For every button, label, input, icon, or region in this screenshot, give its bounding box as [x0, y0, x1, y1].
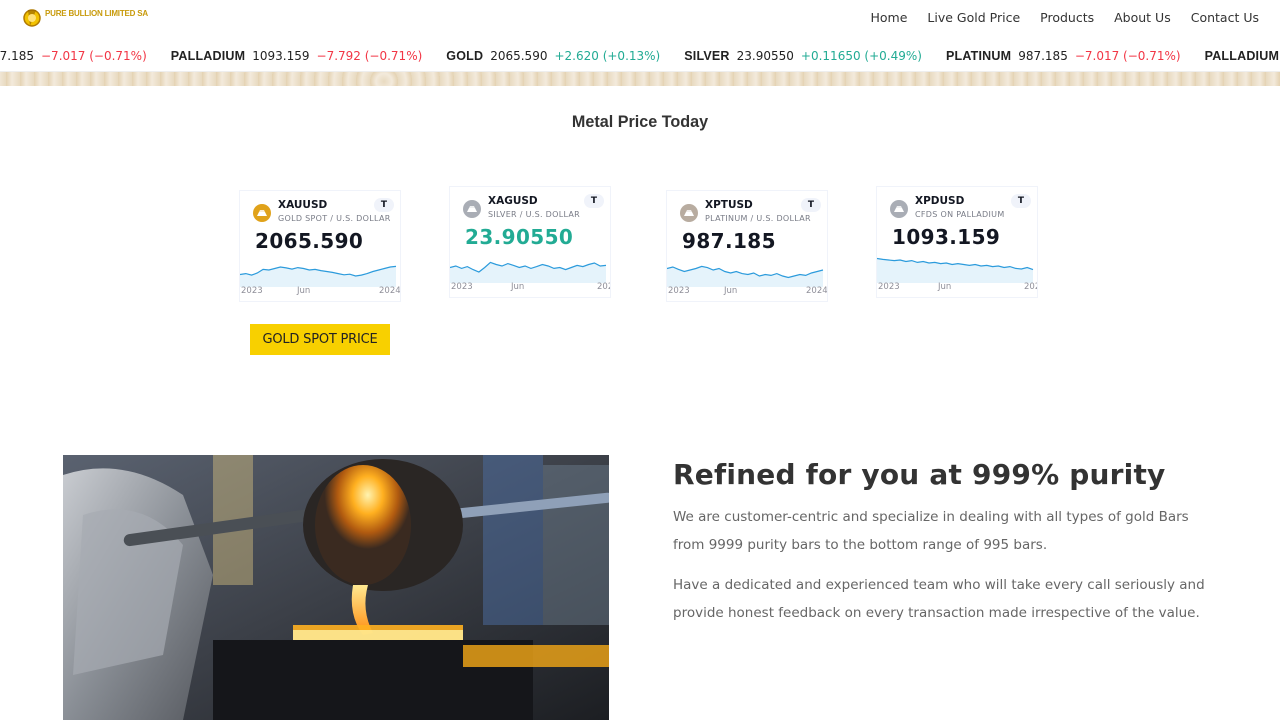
nav-live-gold-price[interactable]: Live Gold Price [927, 10, 1020, 25]
silver-coin-icon [463, 200, 481, 218]
axis-label-start: 2023 [241, 286, 263, 296]
widget-symbol: XPDUSD [915, 195, 965, 207]
ticker-price: 87.185 [0, 49, 34, 63]
ticker-symbol: GOLD [446, 49, 484, 63]
sparkline-area [450, 262, 606, 283]
ticker-item[interactable]: GOLD 2065.590 +2.620 (+0.13%) [446, 49, 660, 63]
ticker-price: 987.185 [1018, 49, 1068, 63]
widget-symbol: XAUUSD [278, 199, 328, 211]
ticker-symbol: PALLADIUM [170, 49, 246, 63]
ticker-item[interactable]: PALLADIUM1093.159−7.792 (−0.71%) [1205, 49, 1280, 63]
gold-pouring-image [63, 455, 609, 720]
widget-xauusd[interactable]: XAUUSD GOLD SPOT / U.S. DOLLAR T 2065.59… [239, 190, 401, 302]
palladium-coin-icon [890, 200, 908, 218]
about-paragraph-2: Have a dedicated and experienced team wh… [673, 577, 1205, 621]
site-logo[interactable]: PURE BULLION LIMITED SA [22, 6, 148, 28]
ticker-bar: 87.185 −7.017 (−0.71%) PALLADIUM 1093.159 −7… [0, 40, 1280, 72]
axis-label-mid: Jun [511, 282, 525, 292]
gold-spot-price-button[interactable]: GOLD SPOT PRICE [250, 324, 390, 355]
about-paragraph-1: We are customer-centric and specialize i… [673, 509, 1189, 553]
widget-xagusd[interactable]: XAGUSD SILVER / U.S. DOLLAR T 23.90550 2… [449, 186, 611, 298]
about-title: Refined for you at 999% purity [673, 458, 1166, 491]
widget-sparkline [667, 265, 824, 287]
widget-symbol: XPTUSD [705, 199, 753, 211]
logo-text: PURE BULLION LIMITED SA [45, 8, 148, 18]
nav-about-us[interactable]: About Us [1114, 10, 1171, 25]
widget-sparkline [240, 265, 397, 287]
widget-description: CFDS ON PALLADIUM [915, 210, 1005, 219]
ticker-price: 23.90550 [736, 49, 794, 63]
widget-price: 987.185 [682, 229, 776, 253]
gold-coin-icon [253, 204, 271, 222]
nav-home[interactable]: Home [871, 10, 908, 25]
widget-price: 23.90550 [465, 225, 574, 249]
nav-products[interactable]: Products [1040, 10, 1094, 25]
ticker-change: −7.792 (−0.71%) [316, 49, 423, 63]
tradingview-logo-icon[interactable]: T [374, 198, 394, 212]
ticker-change: −7.017 (−0.71%) [41, 49, 147, 63]
bar-stack-icon [684, 210, 694, 216]
axis-label-mid: Jun [724, 286, 738, 296]
ticker-symbol: PLATINUM [945, 49, 1012, 63]
axis-label-mid: Jun [297, 286, 311, 296]
widget-xpdusd[interactable]: XPDUSD CFDS ON PALLADIUM T 1093.159 2023… [876, 186, 1038, 298]
ticker-change: +2.620 (+0.13%) [554, 49, 661, 63]
platinum-coin-icon [680, 204, 698, 222]
axis-label-end: 2024 [597, 282, 610, 292]
main-nav: Home Live Gold Price Products About Us C… [871, 10, 1280, 25]
ticker-symbol: PALLADIUM [1204, 49, 1280, 63]
gold-pouring-photo [63, 455, 609, 720]
axis-label-end: 2024 [806, 286, 828, 296]
bar-stack-icon [257, 210, 267, 216]
nav-contact-us[interactable]: Contact Us [1191, 10, 1259, 25]
ticker-change: −7.017 (−0.71%) [1074, 49, 1181, 63]
axis-label-mid: Jun [938, 282, 952, 292]
ticker-price: 1093.159 [252, 49, 310, 63]
tradingview-logo-icon[interactable]: T [1011, 194, 1031, 208]
tradingview-logo-icon[interactable]: T [801, 198, 821, 212]
price-ticker-band: 87.185 −7.017 (−0.71%) PALLADIUM 1093.159 −7… [0, 40, 1280, 86]
widget-price: 1093.159 [892, 225, 1001, 249]
axis-label-end: 2024 [1024, 282, 1037, 292]
widget-xptusd[interactable]: XPTUSD PLATINUM / U.S. DOLLAR T 987.185 … [666, 190, 828, 302]
axis-label-end: 2024 [379, 286, 401, 296]
axis-label-start: 2023 [451, 282, 473, 292]
ticker-change: +0.11650 (+0.49%) [800, 49, 922, 63]
bar-stack-icon [894, 206, 904, 212]
site-header: PURE BULLION LIMITED SA Home Live Gold P… [0, 0, 1280, 40]
widget-description: SILVER / U.S. DOLLAR [488, 210, 581, 219]
bar-stack-icon [467, 206, 477, 212]
widget-price: 2065.590 [255, 229, 364, 253]
ticker-price: 2065.590 [490, 49, 548, 63]
price-ticker[interactable]: 87.185 −7.017 (−0.71%) PALLADIUM 1093.159 −7… [0, 49, 1280, 63]
section-title: Metal Price Today [571, 112, 709, 131]
ticker-item[interactable]: PALLADIUM 1093.159 −7.792 (−0.71%) [171, 49, 423, 63]
ticker-item[interactable]: PLATINUM 987.185 −7.017 (−0.71%) [946, 49, 1181, 63]
sparkline-area [877, 258, 1033, 283]
ticker-item[interactable]: 87.185 −7.017 (−0.71%) [0, 49, 147, 63]
widget-description: PLATINUM / U.S. DOLLAR [705, 214, 811, 223]
tradingview-logo-icon[interactable]: T [584, 194, 604, 208]
axis-label-start: 2023 [668, 286, 690, 296]
widget-sparkline [877, 257, 1034, 283]
widget-symbol: XAGUSD [488, 195, 538, 207]
widget-sparkline [450, 261, 607, 283]
widget-description: GOLD SPOT / U.S. DOLLAR [278, 214, 391, 223]
logo-icon [23, 9, 41, 27]
axis-label-start: 2023 [878, 282, 900, 292]
ticker-symbol: SILVER [684, 49, 730, 63]
ticker-item[interactable]: SILVER 23.90550 +0.11650 (+0.49%) [684, 49, 922, 63]
